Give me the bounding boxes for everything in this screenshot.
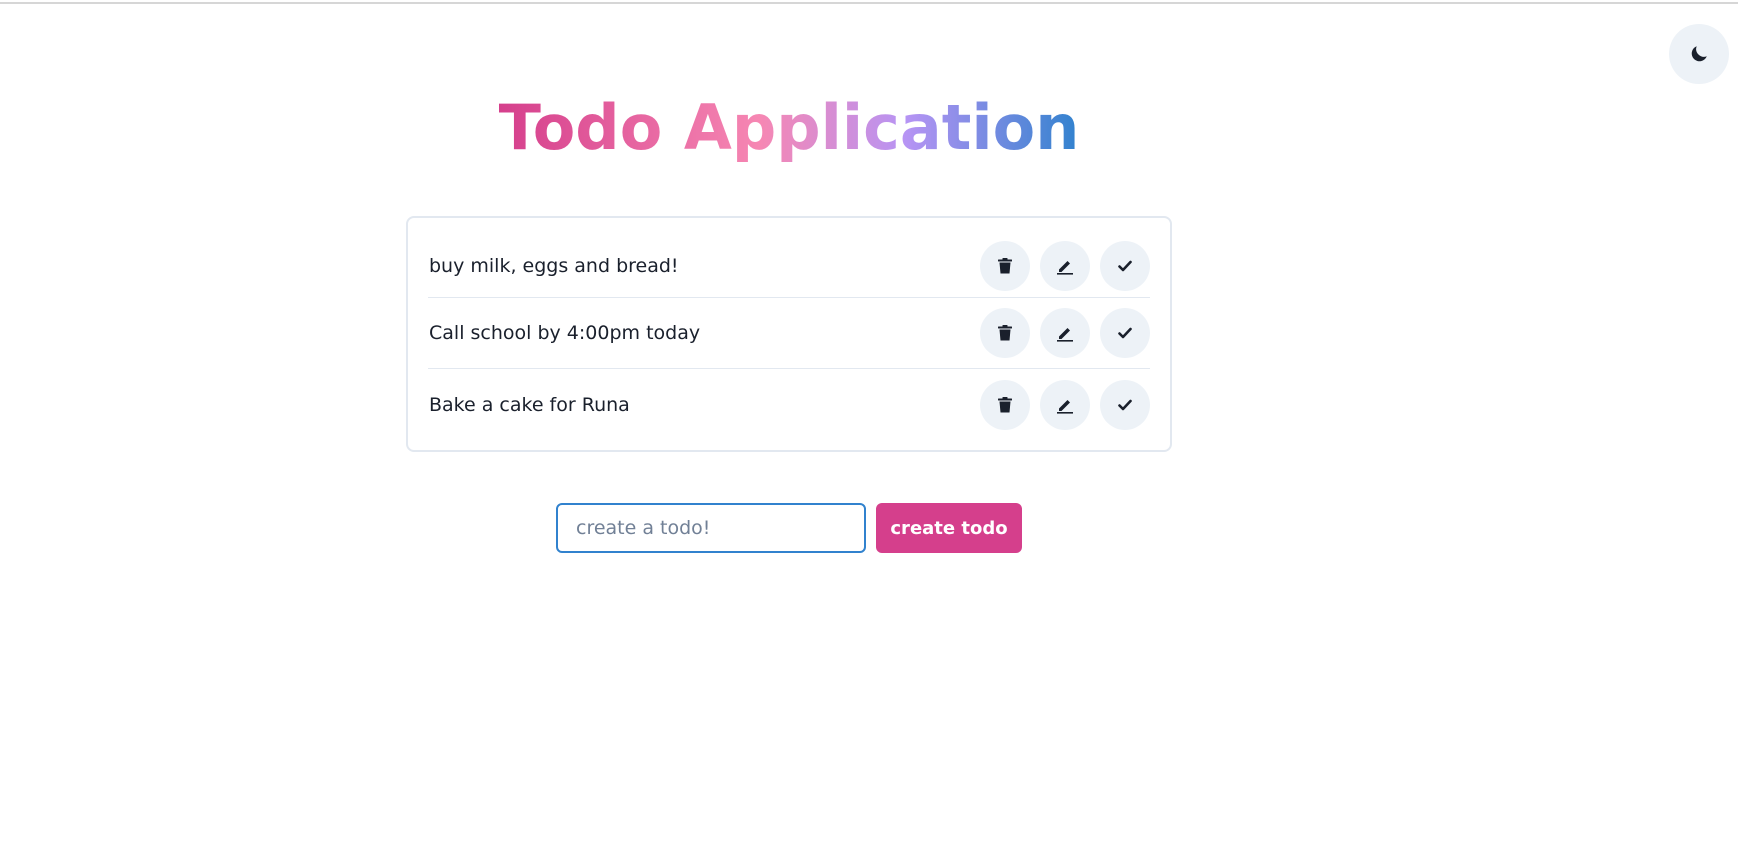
delete-todo-button[interactable] (980, 308, 1030, 358)
todo-item-actions (980, 241, 1150, 291)
complete-todo-button[interactable] (1100, 241, 1150, 291)
window-top-border (0, 0, 1738, 4)
check-icon (1118, 260, 1132, 272)
todo-item-text: Call school by 4:00pm today (429, 322, 701, 344)
moon-icon (1691, 46, 1707, 62)
delete-todo-button[interactable] (980, 241, 1030, 291)
check-icon (1118, 399, 1132, 410)
todo-item: buy milk, eggs and bread! (428, 235, 1150, 298)
edit-todo-button[interactable] (1040, 379, 1090, 430)
complete-todo-button[interactable] (1100, 379, 1150, 430)
create-todo-button[interactable]: create todo (876, 503, 1022, 553)
trash-icon (998, 258, 1012, 274)
trash-icon (998, 396, 1012, 412)
page-title: Todo Application (0, 88, 1578, 168)
pencil-icon (1057, 328, 1073, 342)
todo-item: Bake a cake for Runa (428, 369, 1150, 440)
theme-toggle-button[interactable] (1669, 24, 1729, 84)
edit-todo-button[interactable] (1040, 308, 1090, 358)
pencil-icon (1057, 399, 1073, 414)
pencil-icon (1057, 261, 1073, 275)
todo-item-text: Bake a cake for Runa (429, 393, 630, 416)
todo-list: buy milk, eggs and bread! Call school by… (406, 216, 1172, 452)
check-icon (1118, 327, 1132, 339)
create-todo-form: create todo (556, 503, 1022, 553)
todo-item-text: buy milk, eggs and bread! (429, 255, 679, 277)
trash-icon (998, 325, 1012, 341)
todo-item-actions (980, 379, 1150, 430)
todo-input[interactable] (556, 503, 866, 553)
complete-todo-button[interactable] (1100, 308, 1150, 358)
delete-todo-button[interactable] (980, 379, 1030, 430)
page-title-text: Todo Application (498, 91, 1080, 164)
edit-todo-button[interactable] (1040, 241, 1090, 291)
todo-item-actions (980, 308, 1150, 358)
todo-item: Call school by 4:00pm today (428, 298, 1150, 369)
